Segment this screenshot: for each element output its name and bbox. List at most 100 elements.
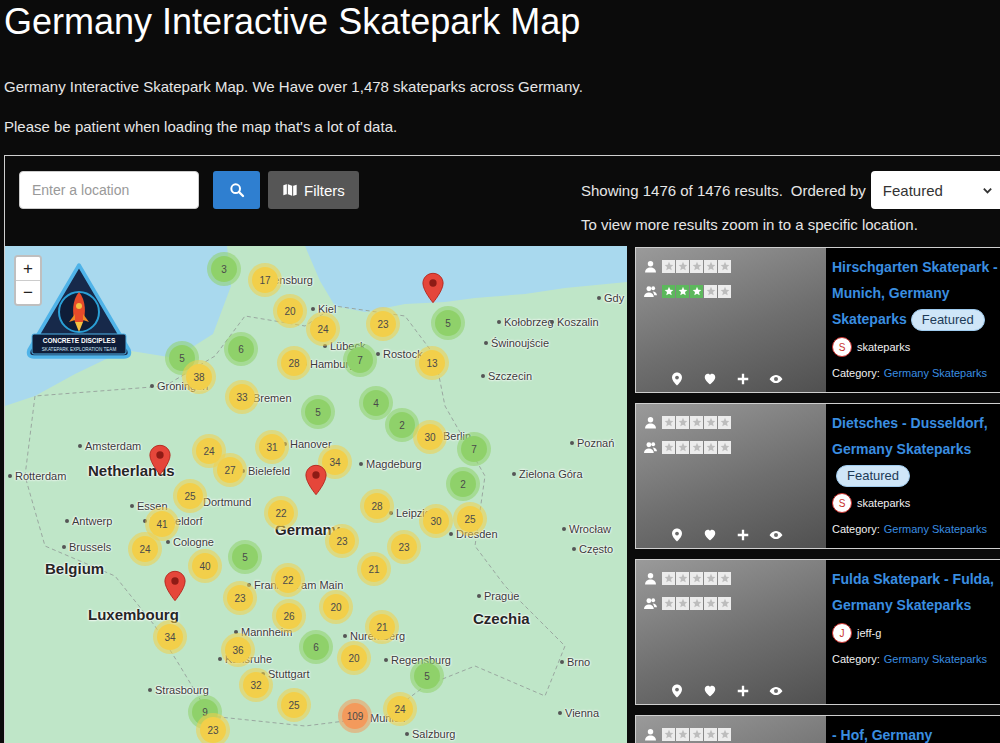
category-link[interactable]: Germany Skateparks: [884, 523, 987, 535]
cluster-marker[interactable]: 25: [277, 688, 311, 722]
map-label-text: Antwerp: [72, 514, 112, 528]
cluster-marker[interactable]: 109: [338, 699, 372, 733]
category-link[interactable]: Germany Skateparks: [884, 653, 987, 665]
location-pin-icon[interactable]: [670, 528, 684, 542]
cluster-marker[interactable]: 5: [431, 306, 465, 340]
cluster-marker[interactable]: 32: [239, 668, 273, 702]
cluster-marker[interactable]: 2: [446, 467, 480, 501]
cluster-count: 36: [225, 637, 251, 663]
author[interactable]: Sskateparks: [832, 337, 1000, 357]
skatepark-photo[interactable]: [636, 560, 826, 704]
cluster-marker[interactable]: 22: [264, 496, 298, 530]
cluster-marker[interactable]: 5: [410, 659, 444, 693]
star-rating[interactable]: [662, 597, 731, 610]
star-rating[interactable]: [662, 441, 731, 454]
card-title[interactable]: Fulda Skatepark - Fulda, Germany Skatepa…: [832, 571, 994, 613]
map-pin-icon[interactable]: [149, 444, 171, 476]
cluster-marker[interactable]: 20: [337, 641, 371, 675]
star-icon: [678, 573, 688, 583]
cluster-marker[interactable]: 28: [277, 346, 311, 380]
map-label: Kołobrzeg: [497, 315, 554, 329]
eye-icon[interactable]: [769, 372, 783, 386]
heart-icon[interactable]: [703, 528, 717, 542]
cluster-marker[interactable]: 27: [213, 453, 247, 487]
filters-button[interactable]: Filters: [268, 171, 359, 209]
cluster-marker[interactable]: 23: [196, 713, 230, 743]
heart-icon[interactable]: [703, 684, 717, 698]
cluster-marker[interactable]: 23: [366, 307, 400, 341]
cluster-marker[interactable]: 6: [224, 332, 258, 366]
map-label: Czechia: [473, 610, 530, 628]
cluster-marker[interactable]: 21: [357, 552, 391, 586]
order-select[interactable]: Featured: [871, 171, 1000, 209]
cluster-marker[interactable]: 33: [225, 380, 259, 414]
cluster-marker[interactable]: 30: [413, 420, 447, 454]
city-dot: [497, 320, 501, 324]
cluster-marker[interactable]: 40: [188, 549, 222, 583]
star-box: [676, 260, 689, 273]
cluster-marker[interactable]: 7: [343, 343, 377, 377]
plus-icon[interactable]: [736, 372, 750, 386]
cluster-marker[interactable]: 22: [271, 563, 305, 597]
eye-icon[interactable]: [769, 528, 783, 542]
cluster-marker[interactable]: 23: [387, 530, 421, 564]
star-rating[interactable]: [662, 260, 731, 273]
cluster-marker[interactable]: 23: [223, 581, 257, 615]
star-rating[interactable]: [662, 572, 731, 585]
cluster-marker[interactable]: 20: [319, 590, 353, 624]
map-pin-icon[interactable]: [164, 570, 186, 602]
zoom-in-button[interactable]: +: [16, 257, 40, 280]
search-button[interactable]: [213, 171, 260, 209]
map-pin-icon[interactable]: [422, 272, 444, 304]
zoom-out-button[interactable]: −: [16, 280, 40, 304]
author[interactable]: Sskateparks: [832, 493, 1000, 513]
cluster-marker[interactable]: 26: [272, 599, 306, 633]
star-rating[interactable]: [662, 285, 731, 298]
cluster-marker[interactable]: 6: [299, 630, 333, 664]
cluster-marker[interactable]: 5: [301, 395, 335, 429]
cluster-marker[interactable]: 13: [415, 346, 449, 380]
skatepark-photo[interactable]: [636, 248, 826, 392]
cluster-marker[interactable]: 24: [383, 692, 417, 726]
result-info: Showing 1476 of 1476 results.Ordered byF…: [581, 171, 1000, 235]
map-label-text: Prague: [484, 589, 519, 603]
cluster-marker[interactable]: 23: [325, 524, 359, 558]
star-box: [676, 728, 689, 741]
cluster-marker[interactable]: 21: [365, 610, 399, 644]
star-icon: [678, 417, 688, 427]
cluster-marker[interactable]: 24: [128, 532, 162, 566]
skatepark-photo[interactable]: [636, 404, 826, 548]
cluster-marker[interactable]: 30: [419, 504, 453, 538]
cluster-marker[interactable]: 31: [255, 430, 289, 464]
skatepark-photo[interactable]: [636, 716, 826, 743]
cluster-marker[interactable]: 25: [173, 479, 207, 513]
map[interactable]: FlensburgKielLübeckRostockGdyKołobrzegKo…: [5, 246, 627, 743]
location-pin-icon[interactable]: [670, 684, 684, 698]
category-link[interactable]: Germany Skateparks: [884, 367, 987, 379]
cluster-marker[interactable]: 28: [360, 489, 394, 523]
star-rating[interactable]: [662, 728, 731, 741]
cluster-marker[interactable]: 38: [182, 360, 216, 394]
eye-icon[interactable]: [769, 684, 783, 698]
cluster-marker[interactable]: 3: [207, 252, 241, 286]
card-title[interactable]: Dietsches - Dusseldorf, Germany Skatepar…: [832, 415, 988, 457]
cluster-marker[interactable]: 5: [228, 540, 262, 574]
location-input[interactable]: [19, 171, 199, 209]
cluster-marker[interactable]: 36: [221, 633, 255, 667]
cluster-marker[interactable]: 17: [248, 263, 282, 297]
cluster-count: 6: [303, 634, 329, 660]
card-title[interactable]: - Hof, Germany: [832, 727, 932, 743]
cluster-marker[interactable]: 24: [306, 312, 340, 346]
cluster-marker[interactable]: 34: [153, 620, 187, 654]
cluster-marker[interactable]: 25: [453, 502, 487, 536]
cluster-marker[interactable]: 20: [273, 294, 307, 328]
map-pin-icon[interactable]: [305, 464, 327, 496]
plus-icon[interactable]: [736, 684, 750, 698]
star-icon: [720, 598, 730, 608]
location-pin-icon[interactable]: [670, 372, 684, 386]
star-rating[interactable]: [662, 416, 731, 429]
author[interactable]: Jjeff-g: [832, 623, 1000, 643]
plus-icon[interactable]: [736, 528, 750, 542]
heart-icon[interactable]: [703, 372, 717, 386]
cluster-marker[interactable]: 7: [457, 432, 491, 466]
